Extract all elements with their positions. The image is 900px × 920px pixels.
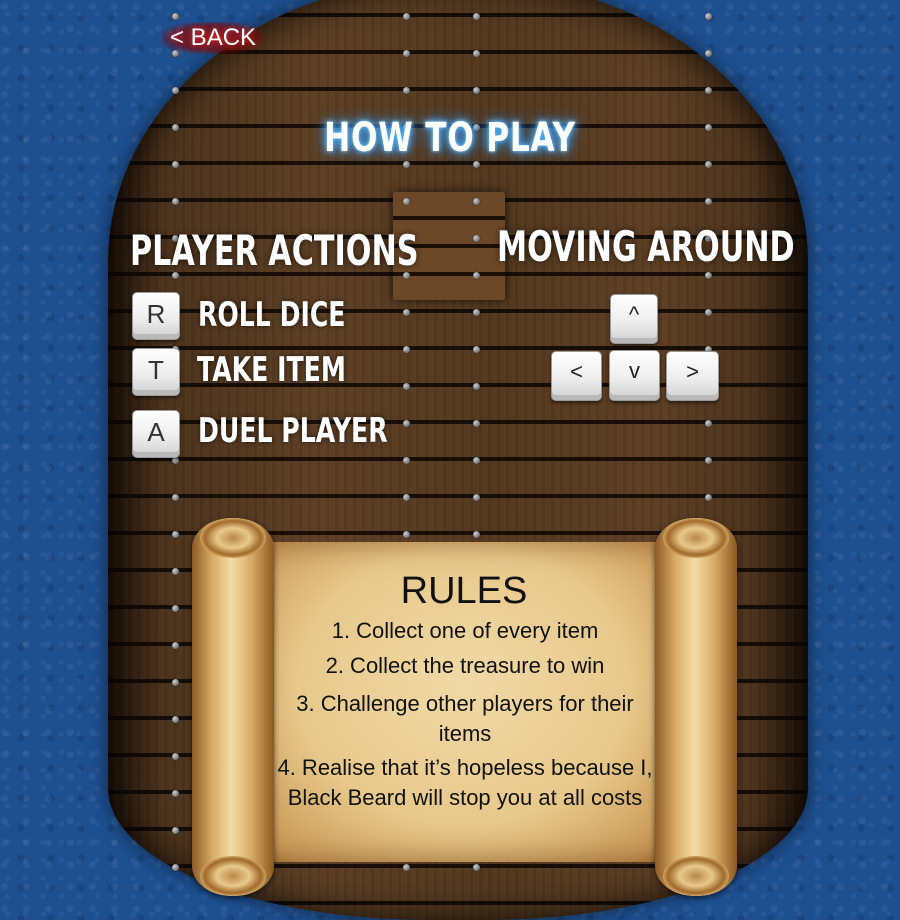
arrow-left-key-icon: <	[551, 351, 602, 401]
key-a-icon: A	[132, 410, 180, 458]
nail-icon	[705, 13, 712, 20]
back-button[interactable]: < BACK	[162, 22, 265, 54]
rule-item: 4. Realise that it’s hopeless because I,…	[277, 755, 653, 810]
rules-title: RULES	[400, 570, 528, 612]
rule-item: 1. Collect one of every item	[331, 618, 599, 643]
rule-item: 2. Collect the treasure to win	[325, 653, 605, 678]
moving-around-heading: MOVING AROUND	[497, 222, 795, 271]
page-title: HOW TO PLAY	[324, 115, 576, 161]
action-take-item: TAKE ITEM	[197, 350, 346, 390]
nail-icon	[705, 50, 712, 57]
action-duel-player: DUEL PLAYER	[198, 411, 388, 451]
arrow-down-key-icon: v	[609, 350, 660, 401]
arrow-right-key-icon: >	[666, 351, 719, 401]
key-r-icon: R	[132, 292, 180, 340]
arrow-up-key-icon: ^	[610, 294, 658, 344]
action-roll-dice: ROLL DICE	[198, 295, 346, 335]
key-t-icon: T	[132, 348, 180, 396]
player-actions-heading: PLAYER ACTIONS	[130, 226, 419, 275]
nail-icon	[172, 13, 179, 20]
rule-item: 3. Challenge other players for their ite…	[296, 691, 634, 746]
